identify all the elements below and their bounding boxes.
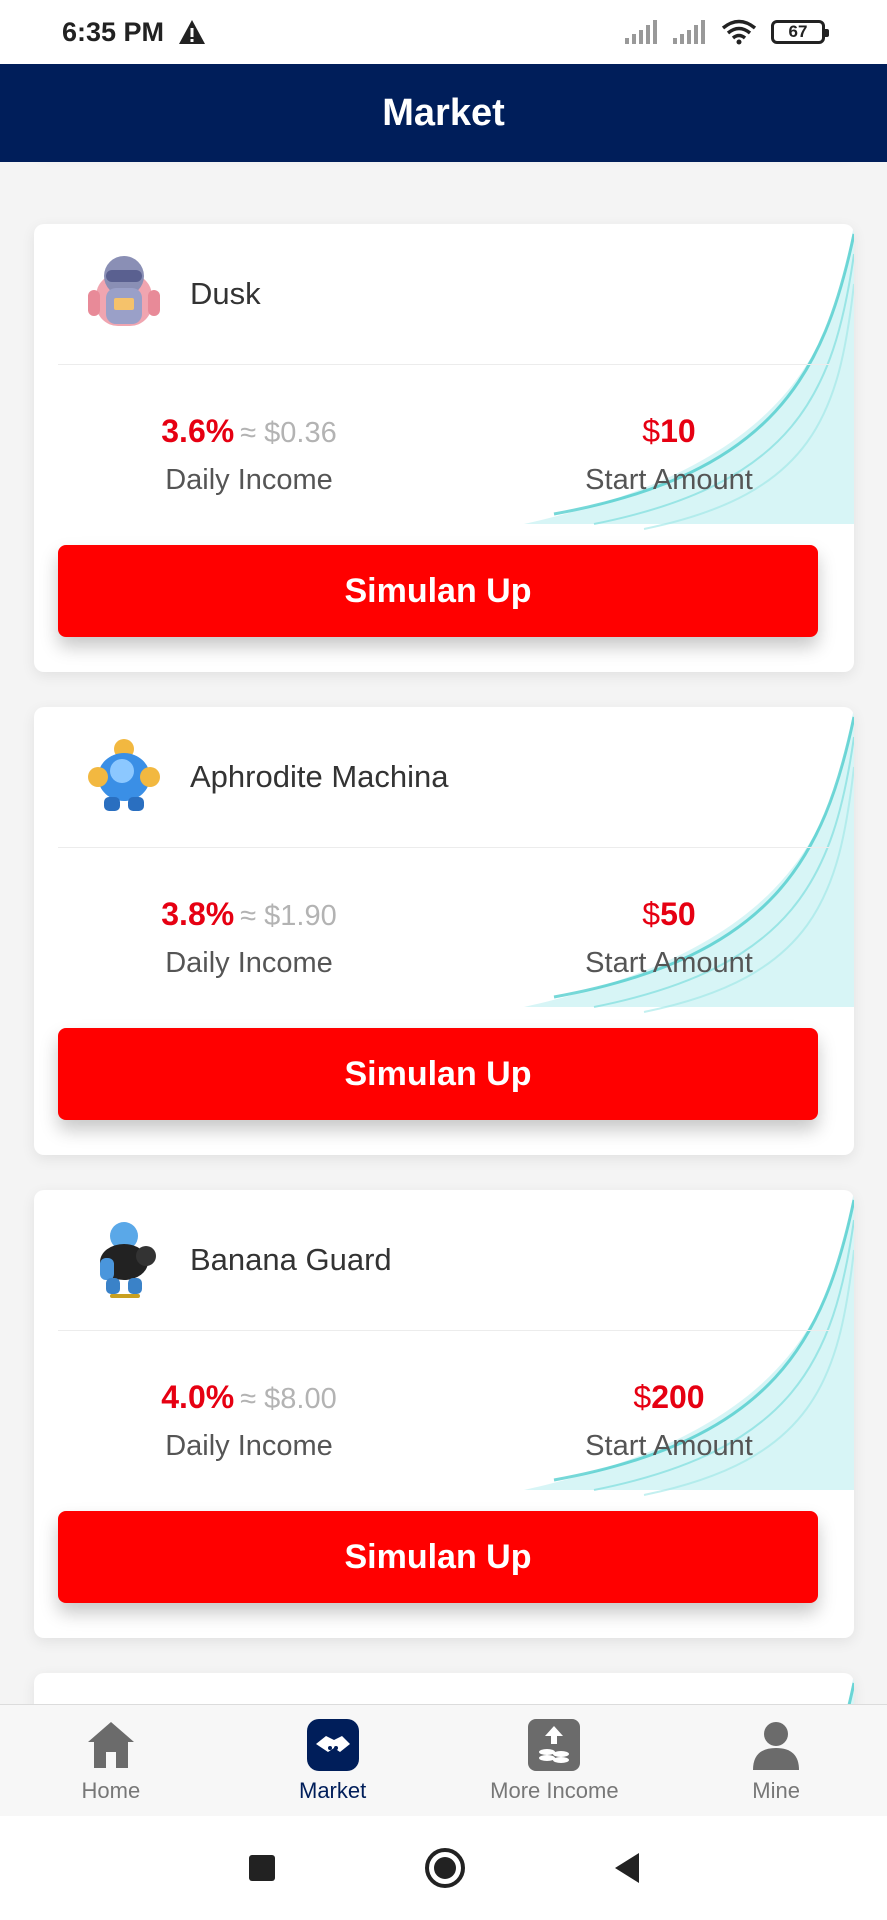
simulan-up-button[interactable]: Simulan Up xyxy=(58,1028,818,1120)
daily-approx-amount: ≈ $1.90 xyxy=(240,900,337,932)
currency-symbol: $ xyxy=(642,896,661,932)
robot-icon xyxy=(88,256,160,326)
daily-rate-row: 3.6% ≈ $0.36 xyxy=(161,413,336,450)
status-left: 6:35 PM xyxy=(62,17,206,48)
coins-upload-icon xyxy=(528,1718,581,1771)
signal-icon xyxy=(625,20,657,44)
start-amount-label: Start Amount xyxy=(585,947,753,979)
system-nav-bar xyxy=(0,1816,887,1920)
start-amount-stat: $10 Start Amount xyxy=(444,365,854,545)
daily-income-stat: 3.8% ≈ $1.90 Daily Income xyxy=(34,848,444,1028)
stats-row: 3.8% ≈ $1.90 Daily Income $50 Start Amou… xyxy=(34,848,854,1028)
stats-row: 3.6% ≈ $0.36 Daily Income $10 Start Amou… xyxy=(34,365,854,545)
start-amount-row: $50 xyxy=(642,896,695,933)
robot-icon xyxy=(88,739,160,811)
tab-home[interactable]: Home xyxy=(0,1705,222,1816)
daily-income-stat: 4.0% ≈ $8.00 Daily Income xyxy=(34,1331,444,1511)
back-button[interactable] xyxy=(614,1853,639,1883)
product-name: Aphrodite Machina xyxy=(190,759,449,794)
handshake-icon xyxy=(306,1718,359,1771)
tab-mine[interactable]: Mine xyxy=(665,1705,887,1816)
start-amount-row: $200 xyxy=(633,1379,704,1416)
person-icon xyxy=(753,1721,800,1770)
daily-approx-amount: ≈ $0.36 xyxy=(240,417,337,449)
tab-label: Home xyxy=(81,1777,141,1803)
start-amount-stat: $200 Start Amount xyxy=(444,1331,854,1511)
start-amount-label: Start Amount xyxy=(585,464,753,496)
daily-rate-row: 4.0% ≈ $8.00 xyxy=(161,1379,336,1416)
app-header: Market xyxy=(0,64,887,162)
card-header: Dusk xyxy=(34,224,854,364)
daily-approx-amount: ≈ $8.00 xyxy=(240,1383,337,1415)
product-name: Dusk xyxy=(190,276,261,311)
status-bar: 6:35 PM 67 xyxy=(0,0,887,64)
product-card: Dusk 3.6% ≈ $0.36 Daily Income $10 Start… xyxy=(34,224,854,672)
battery-level: 67 xyxy=(788,22,808,41)
robot-icon xyxy=(100,1222,156,1298)
tab-label: More Income xyxy=(490,1777,619,1803)
start-amount-label: Start Amount xyxy=(585,1430,753,1462)
page-title: Market xyxy=(382,91,505,134)
daily-income-label: Daily Income xyxy=(165,464,333,496)
product-list[interactable]: Dusk 3.6% ≈ $0.36 Daily Income $10 Start… xyxy=(0,162,887,1704)
wifi-icon xyxy=(721,19,757,45)
start-amount-value: 10 xyxy=(660,413,696,449)
start-amount-value: 50 xyxy=(660,896,696,932)
stats-row: 4.0% ≈ $8.00 Daily Income $200 Start Amo… xyxy=(34,1331,854,1511)
product-card: Aphrodite Machina 3.8% ≈ $1.90 Daily Inc… xyxy=(34,707,854,1155)
daily-rate: 4.0% xyxy=(161,1379,235,1415)
home-button[interactable] xyxy=(424,1848,465,1888)
warning-icon xyxy=(179,20,206,44)
simulan-up-button[interactable]: Simulan Up xyxy=(58,1511,818,1603)
daily-rate: 3.6% xyxy=(161,413,235,449)
daily-rate-row: 3.8% ≈ $1.90 xyxy=(161,896,336,933)
card-header: Banana Guard xyxy=(34,1190,854,1330)
card-header: Aphrodite Machina xyxy=(34,707,854,847)
product-name: Banana Guard xyxy=(190,1242,392,1277)
wave-decoration xyxy=(847,1673,854,1704)
currency-symbol: $ xyxy=(642,413,661,449)
start-amount-row: $10 xyxy=(642,413,695,450)
start-amount-value: 200 xyxy=(651,1379,705,1415)
currency-symbol: $ xyxy=(633,1379,652,1415)
status-time: 6:35 PM xyxy=(62,16,165,47)
status-right: 67 xyxy=(625,19,829,45)
daily-income-stat: 3.6% ≈ $0.36 Daily Income xyxy=(34,365,444,545)
tab-label: Market xyxy=(299,1777,367,1803)
start-amount-stat: $50 Start Amount xyxy=(444,848,854,1028)
product-card-partial-bottom xyxy=(34,1673,854,1704)
daily-income-label: Daily Income xyxy=(165,1430,333,1462)
recents-button[interactable] xyxy=(248,1855,275,1881)
tab-market[interactable]: Market xyxy=(222,1705,444,1816)
simulan-up-button[interactable]: Simulan Up xyxy=(58,545,818,637)
house-icon xyxy=(87,1721,134,1768)
bottom-tab-bar: Home Market More Income Mine xyxy=(0,1704,887,1816)
tab-more-income[interactable]: More Income xyxy=(444,1705,666,1816)
daily-rate: 3.8% xyxy=(161,896,235,932)
daily-income-label: Daily Income xyxy=(165,947,333,979)
battery-icon: 67 xyxy=(771,20,829,44)
tab-label: Mine xyxy=(752,1777,800,1803)
signal-icon xyxy=(673,20,705,44)
product-card: Banana Guard 4.0% ≈ $8.00 Daily Income $… xyxy=(34,1190,854,1638)
